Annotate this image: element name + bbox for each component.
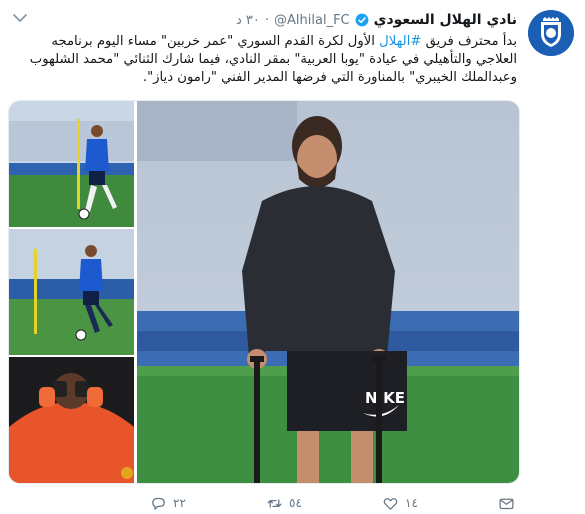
photo-thumb-image — [9, 101, 134, 227]
retweet-icon — [267, 498, 282, 508]
photo-thumb-dribble[interactable] — [9, 229, 134, 355]
tweet-text-before: بدأ محترف فريق — [421, 34, 517, 49]
retweet-button[interactable]: ٥٤ — [266, 495, 302, 512]
reply-icon — [152, 497, 165, 510]
direct-message-button[interactable] — [498, 495, 515, 512]
verified-badge-icon — [355, 13, 369, 27]
tweet-time[interactable]: ٣٠ د — [236, 13, 260, 28]
avatar[interactable] — [528, 10, 574, 56]
author-handle[interactable]: @Alhilal_FC — [274, 13, 350, 28]
club-logo-icon — [528, 10, 574, 56]
author-name[interactable]: نادي الهلال السعودي — [374, 12, 517, 28]
separator-dot: · — [264, 12, 270, 28]
like-count: ١٤ — [405, 496, 418, 510]
photo-thumb-training-ball[interactable] — [9, 101, 134, 227]
like-button[interactable]: ١٤ — [382, 495, 418, 512]
tweet-text: بدأ محترف فريق #الهلال الأول لكرة القدم … — [12, 33, 517, 87]
hashtag-link[interactable]: #الهلال — [379, 34, 421, 49]
photo-thumb-image — [9, 357, 134, 483]
dm-icon — [499, 498, 514, 509]
nike-logo-text: NIKE — [365, 389, 405, 407]
like-icon — [383, 497, 398, 510]
retweet-count: ٥٤ — [289, 496, 302, 510]
reply-count: ٢٢ — [173, 496, 186, 510]
tweet-header: نادي الهلال السعودي @Alhilal_FC · ٣٠ د — [236, 12, 517, 28]
tweet[interactable]: نادي الهلال السعودي @Alhilal_FC · ٣٠ د ب… — [0, 0, 585, 514]
tweet-actions: ٢٢ ٥٤ ١٤ — [150, 494, 515, 512]
main-photo[interactable]: NIKE — [137, 101, 519, 483]
chevron-down-icon[interactable] — [12, 12, 28, 24]
photo-thumb-image — [9, 229, 134, 355]
media-grid: NIKE — [8, 100, 520, 484]
main-photo-image: NIKE — [137, 101, 519, 483]
photo-thumb-goalkeeper[interactable] — [9, 357, 134, 483]
reply-button[interactable]: ٢٢ — [150, 495, 186, 512]
